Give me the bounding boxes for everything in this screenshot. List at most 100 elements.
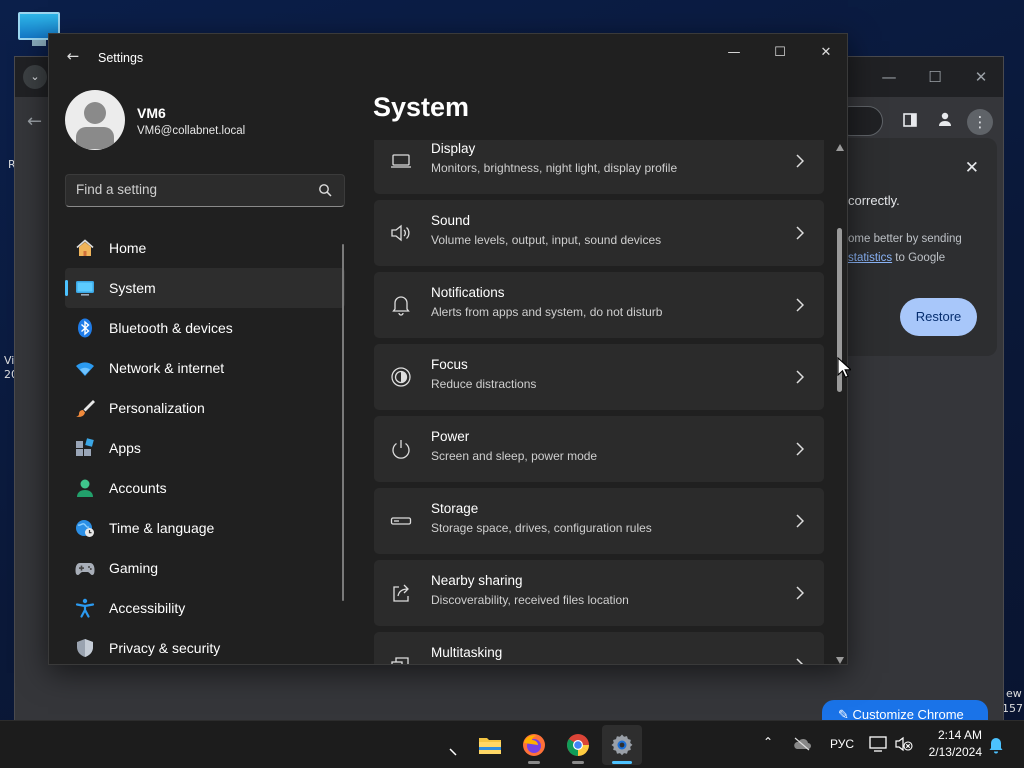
sidebar-item-system[interactable]: System [65, 268, 345, 308]
network-monitor-icon[interactable] [869, 736, 887, 752]
settings-window[interactable]: ← Settings — ☐ ✕ VM6 VM6@collabnet.local… [48, 33, 848, 665]
shield-icon [77, 639, 93, 657]
system-settings-list: Display Monitors, brightness, night ligh… [374, 140, 824, 664]
speaker-icon [391, 224, 410, 242]
sidebar-item-label: Time & language [109, 520, 215, 536]
taskbar-overflow-icon[interactable] [448, 747, 458, 757]
scroll-down-arrow-icon[interactable] [836, 657, 844, 664]
search-box[interactable] [65, 174, 345, 207]
maximize-button[interactable]: ☐ [765, 40, 795, 66]
taskbar-file-explorer[interactable] [470, 725, 510, 765]
home-icon [76, 239, 94, 256]
share-icon [393, 584, 409, 602]
gamepad-icon [75, 563, 95, 575]
taskbar-firefox[interactable] [514, 725, 554, 765]
desktop-edge-label: Vi [4, 354, 15, 367]
show-hidden-icons-chevron-icon[interactable]: ⌃ [763, 735, 773, 749]
sidebar-item-personalization[interactable]: Personalization [65, 388, 345, 428]
settings-card-focus[interactable]: Focus Reduce distractions [374, 344, 824, 410]
desktop-edge-label: ew [1006, 687, 1022, 700]
customize-chrome-button[interactable]: ✎ Customize Chrome [822, 700, 988, 722]
chrome-menu-icon[interactable]: ⋮ [967, 109, 993, 135]
settings-card-notifications[interactable]: Notifications Alerts from apps and syste… [374, 272, 824, 338]
settings-card-storage[interactable]: Storage Storage space, drives, configura… [374, 488, 824, 554]
chevron-right-icon [796, 514, 804, 528]
globe-clock-icon [76, 520, 94, 537]
notification-bell-icon[interactable] [988, 736, 1004, 754]
sidebar-item-accounts[interactable]: Accounts [65, 468, 345, 508]
clock-date[interactable]: 2/13/2024 [916, 745, 982, 759]
brush-icon [76, 400, 95, 417]
settings-icon [611, 734, 633, 756]
taskbar-chrome[interactable] [558, 725, 598, 765]
content-scrollbar[interactable] [834, 144, 846, 664]
settings-card-nearby-sharing[interactable]: Nearby sharing Discoverability, received… [374, 560, 824, 626]
sidebar-item-label: Accounts [109, 480, 167, 496]
accounts-icon [77, 479, 93, 497]
tab-search-icon[interactable]: ⌄ [23, 65, 47, 89]
chevron-right-icon [796, 226, 804, 240]
chevron-right-icon [796, 442, 804, 456]
bubble-text: statistics to Google [848, 252, 946, 264]
scroll-up-arrow-icon[interactable] [836, 144, 844, 151]
volume-muted-icon[interactable] [895, 736, 913, 752]
minimize-button[interactable]: — [719, 40, 749, 66]
wifi-icon [76, 362, 94, 376]
settings-card-sound[interactable]: Sound Volume levels, output, input, soun… [374, 200, 824, 266]
close-icon[interactable]: ✕ [965, 158, 979, 178]
sidebar-item-label: Network & internet [109, 360, 225, 376]
search-icon[interactable] [318, 183, 332, 197]
bell-icon [392, 296, 410, 316]
sidebar-scrollbar[interactable] [342, 244, 344, 601]
user-email: VM6@collabnet.local [137, 125, 246, 137]
chrome-minimize-button[interactable]: — [875, 65, 903, 89]
page-title: System [373, 92, 470, 122]
accessibility-icon [75, 598, 95, 618]
sidebar-item-home[interactable]: Home [65, 228, 345, 268]
clock-time[interactable]: 2:14 AM [924, 728, 982, 742]
chrome-restore-bubble: ✕ correctly. ome better by sending stati… [832, 138, 997, 356]
usage-statistics-link[interactable]: statistics [848, 252, 892, 264]
sidebar-item-label: Accessibility [109, 600, 186, 616]
sidebar-item-privacy[interactable]: Privacy & security [65, 628, 345, 664]
side-panel-icon[interactable] [897, 109, 923, 135]
chrome-back-icon[interactable]: ← [27, 111, 42, 132]
restore-button[interactable]: Restore [900, 298, 977, 336]
taskbar-settings[interactable] [602, 725, 642, 765]
card-subtitle: Volume levels, output, input, sound devi… [431, 233, 662, 247]
card-title: Power [431, 429, 470, 444]
sidebar-item-label: Gaming [109, 560, 159, 576]
bluetooth-icon [78, 318, 92, 338]
card-title: Sound [431, 213, 471, 228]
bubble-text: ome better by sending [848, 233, 962, 245]
close-button[interactable]: ✕ [811, 40, 841, 66]
file-explorer-icon [479, 738, 501, 754]
card-subtitle: Screen and sleep, power mode [431, 449, 598, 463]
sidebar-item-network[interactable]: Network & internet [65, 348, 345, 388]
settings-card-power[interactable]: Power Screen and sleep, power mode [374, 416, 824, 482]
running-indicator [528, 761, 540, 764]
onedrive-offline-icon[interactable] [793, 737, 811, 751]
taskbar: ⌃ РУС 2:14 AM 2/13/2024 [0, 720, 1024, 768]
back-arrow-icon[interactable]: ← [63, 46, 83, 66]
settings-card-multitasking[interactable]: Multitasking [374, 632, 824, 664]
sidebar-item-label: Personalization [109, 400, 205, 416]
sidebar-item-time-language[interactable]: Time & language [65, 508, 345, 548]
avatar[interactable] [65, 90, 125, 150]
sidebar-item-accessibility[interactable]: Accessibility [65, 588, 345, 628]
chevron-right-icon [796, 298, 804, 312]
input-language-indicator[interactable]: РУС [830, 737, 854, 751]
chevron-right-icon [796, 658, 804, 664]
settings-card-display[interactable]: Display Monitors, brightness, night ligh… [374, 140, 824, 194]
sidebar-item-bluetooth[interactable]: Bluetooth & devices [65, 308, 345, 348]
sidebar-item-apps[interactable]: Apps [65, 428, 345, 468]
chrome-close-button[interactable]: ✕ [967, 65, 995, 89]
apps-icon [76, 438, 94, 456]
sidebar-item-gaming[interactable]: Gaming [65, 548, 345, 588]
running-indicator [572, 761, 584, 764]
chevron-right-icon [796, 154, 804, 168]
search-input[interactable] [76, 182, 306, 197]
chevron-right-icon [796, 370, 804, 384]
profile-icon[interactable] [932, 109, 958, 135]
chrome-maximize-button[interactable]: ☐ [921, 65, 949, 89]
